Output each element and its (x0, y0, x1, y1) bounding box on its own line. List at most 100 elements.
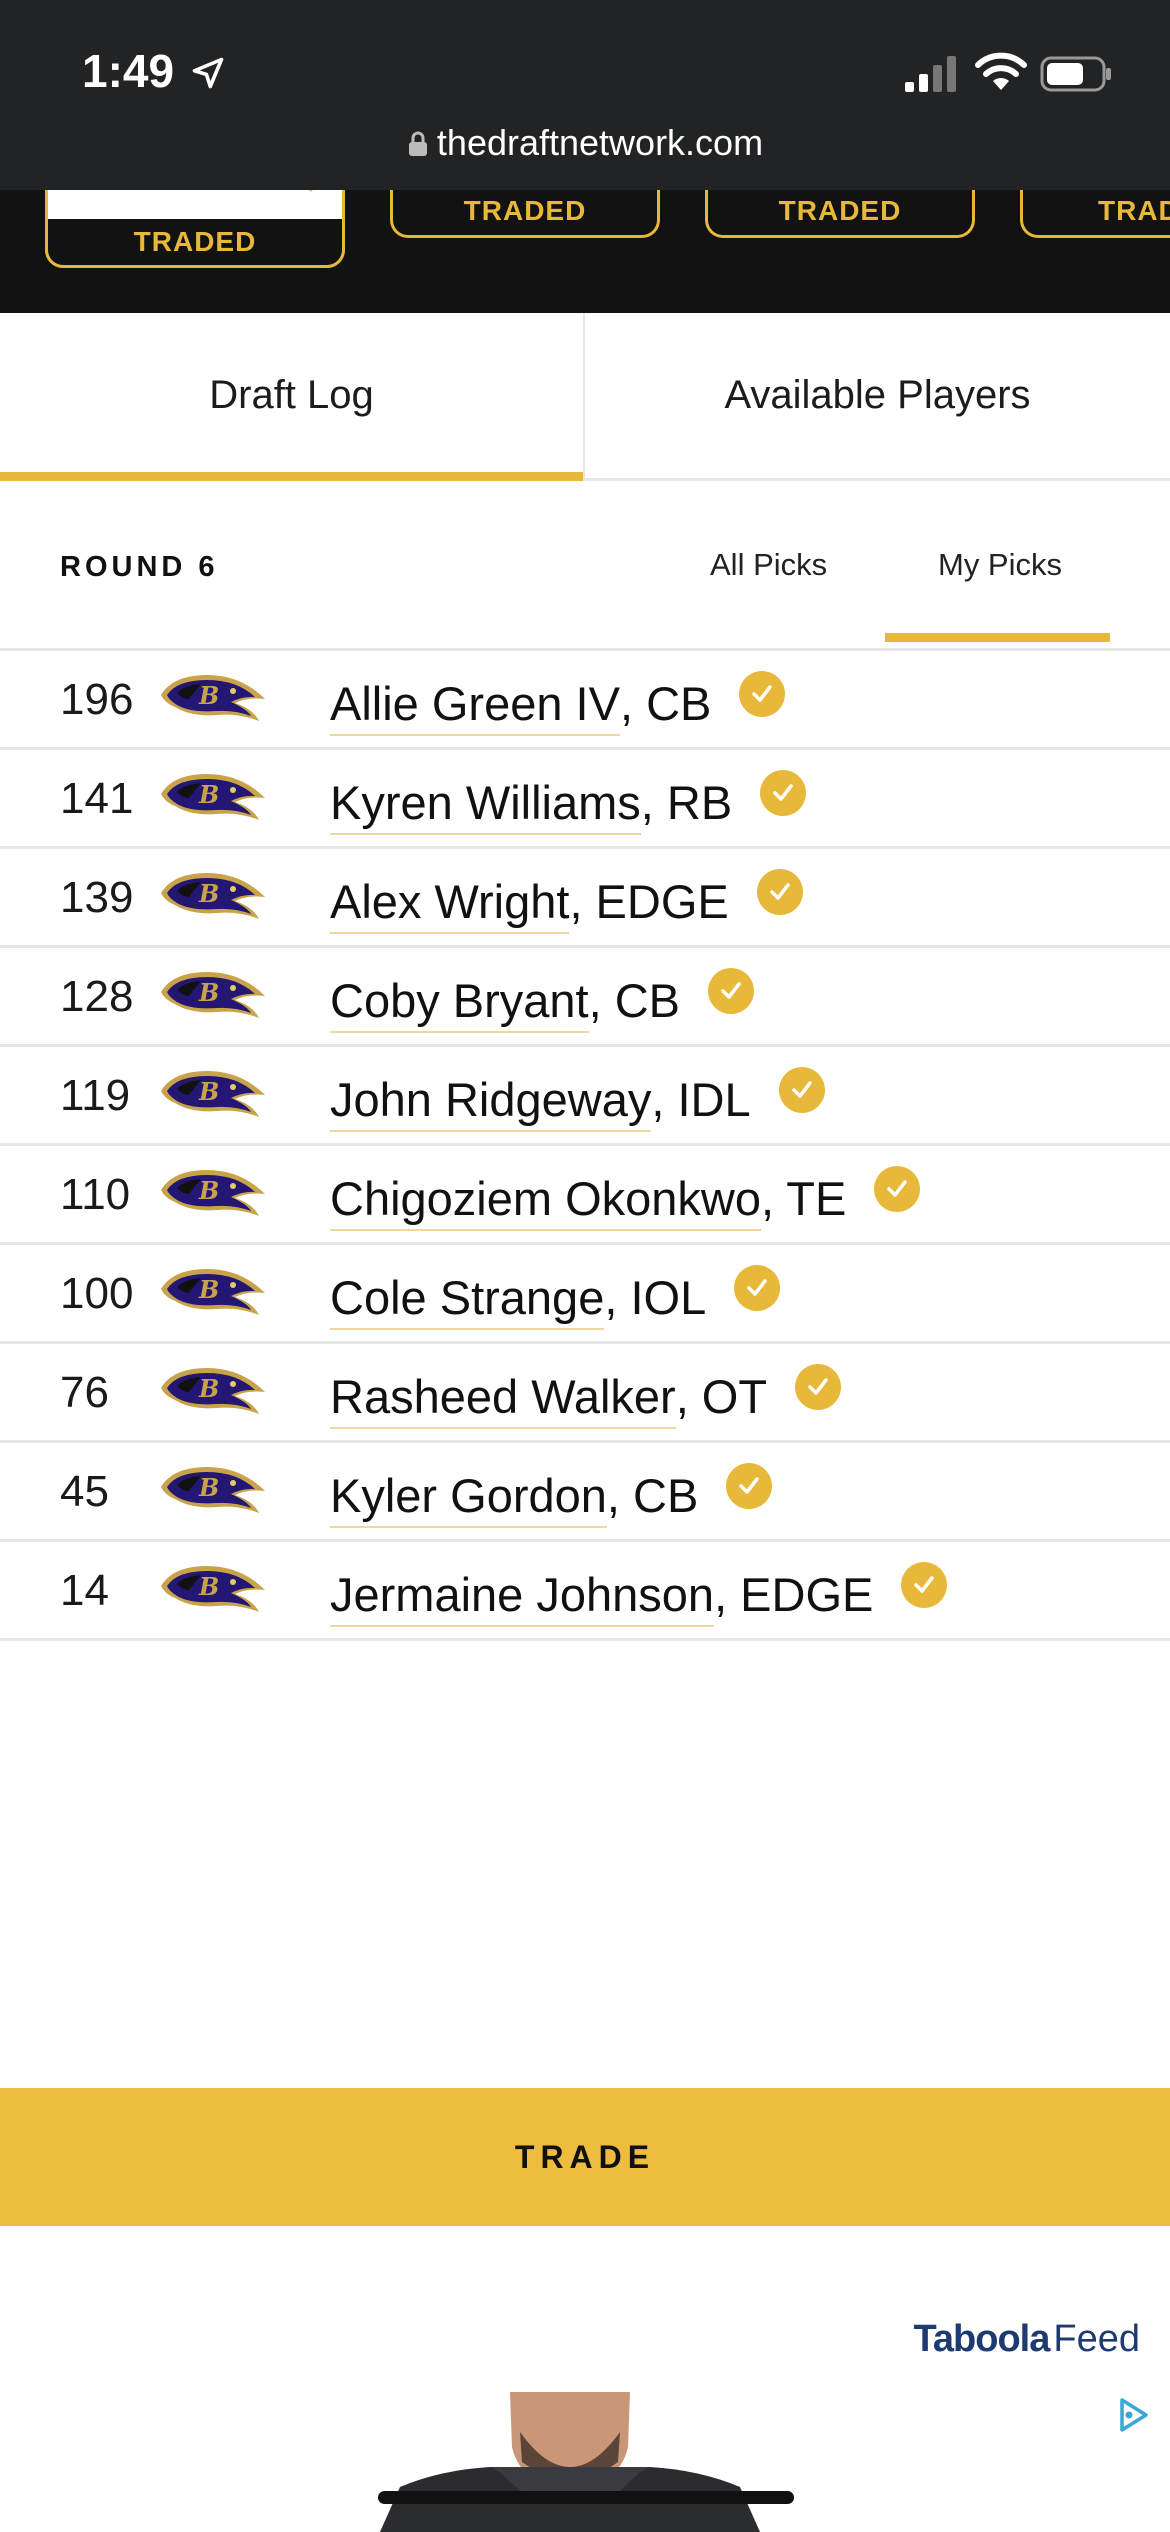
round-header: ROUND 6 All Picks My Picks (0, 481, 1170, 651)
check-circle-icon (901, 1562, 948, 1608)
pick-number: 110 (60, 1170, 131, 1219)
ravens-logo-icon: B (155, 1164, 270, 1224)
pick-row[interactable]: 76 B Rasheed Walker, OT (0, 1344, 1170, 1443)
address-bar[interactable]: thedraftnetwork.com (0, 122, 1170, 164)
player-name[interactable]: Rasheed Walker, OT (330, 1364, 842, 1429)
pick-row[interactable]: 196 B Allie Green IV, CB (0, 651, 1170, 750)
player-name[interactable]: John Ridgeway, IDL (330, 1067, 825, 1132)
ad-image[interactable] (380, 2392, 760, 2532)
player-position: , TE (761, 1172, 847, 1225)
lock-icon (408, 131, 427, 156)
player-name-text: Jermaine Johnson (330, 1567, 715, 1627)
check-circle-icon (708, 968, 755, 1014)
ravens-logo-icon: B (155, 1263, 270, 1323)
ravens-logo-icon: B (155, 1560, 270, 1620)
pick-row[interactable]: 141 B Kyren Williams, RB (0, 750, 1170, 849)
svg-text:B: B (198, 879, 219, 908)
player-name-text: Allie Green IV (330, 676, 620, 736)
check-circle-icon (778, 1067, 825, 1113)
svg-text:B: B (198, 1176, 219, 1205)
adchoices-icon[interactable] (1114, 2396, 1152, 2434)
player-name[interactable]: Coby Bryant, CB (330, 968, 755, 1033)
player-name-text: Cole Strange (330, 1270, 605, 1330)
filter-my-picks[interactable]: My Picks (938, 547, 1062, 583)
player-position: , IOL (604, 1271, 707, 1324)
traded-label: TRADED (778, 195, 902, 226)
player-name[interactable]: Alex Wright, EDGE (330, 869, 803, 934)
tab-draft-log[interactable]: Draft Log (0, 313, 585, 481)
ravens-logo-icon: B (155, 669, 270, 729)
pick-number: 14 (60, 1566, 109, 1615)
player-position: , EDGE (714, 1568, 874, 1621)
pick-row[interactable]: 100 B Cole Strange, IOL (0, 1245, 1170, 1344)
status-bar: 1:49 thedraftnetwork.com (0, 0, 1170, 190)
tab-label: Draft Log (209, 373, 374, 417)
traded-pick-card[interactable]: TRADED (705, 190, 975, 238)
player-name[interactable]: Kyren Williams, RB (330, 770, 807, 835)
ravens-logo-icon: B (155, 966, 270, 1026)
player-name-text: Kyler Gordon (330, 1468, 607, 1528)
pick-row[interactable]: 45 B Kyler Gordon, CB (0, 1443, 1170, 1542)
traded-pick-card[interactable]: TRADED (45, 190, 345, 268)
trade-button-label: TRADE (514, 2138, 656, 2175)
tab-available-players[interactable]: Available Players (585, 313, 1170, 478)
ravens-logo-icon: B (155, 768, 270, 828)
pick-row[interactable]: 139 B Alex Wright, EDGE (0, 849, 1170, 948)
traded-label: TRAD (1098, 195, 1170, 226)
check-circle-icon (739, 671, 786, 717)
pick-row[interactable]: 14 B Jermaine Johnson, EDGE (0, 1542, 1170, 1641)
pick-number: 45 (60, 1467, 109, 1516)
check-circle-icon (795, 1364, 842, 1410)
location-arrow-icon (192, 57, 224, 89)
player-name-text: Chigoziem Okonkwo (330, 1171, 762, 1231)
svg-text:B: B (198, 1473, 219, 1502)
player-name-text: Kyren Williams (330, 775, 641, 835)
cellular-signal-icon (905, 56, 956, 92)
check-circle-icon (734, 1265, 781, 1311)
svg-text:B: B (198, 780, 219, 809)
pick-number: 139 (60, 873, 134, 922)
pick-list: 196 B Allie Green IV, CB 141 B Kyren Wil… (0, 651, 1170, 1641)
pick-row[interactable]: 128 B Coby Bryant, CB (0, 948, 1170, 1047)
wifi-icon (975, 52, 1027, 90)
pick-number: 128 (60, 972, 134, 1021)
player-name[interactable]: Jermaine Johnson, EDGE (330, 1562, 948, 1627)
svg-text:B: B (198, 1275, 219, 1304)
player-position: , EDGE (569, 875, 729, 928)
player-name[interactable]: Allie Green IV, CB (330, 671, 786, 736)
player-name[interactable]: Kyler Gordon, CB (330, 1463, 773, 1528)
taboola-feed-link[interactable]: Taboola Feed (914, 2318, 1140, 2361)
player-name-text: Alex Wright (330, 874, 570, 934)
trade-button[interactable]: TRADE (0, 2088, 1170, 2226)
player-name-text: Coby Bryant (330, 973, 589, 1033)
player-position: , OT (675, 1370, 768, 1423)
tab-bar: Draft Log Available Players (0, 313, 1170, 481)
pick-number: 76 (60, 1368, 109, 1417)
pick-number: 100 (60, 1269, 134, 1318)
ravens-logo-icon: B (155, 867, 270, 927)
pick-row[interactable]: 119 B John Ridgeway, IDL (0, 1047, 1170, 1146)
player-position: , RB (640, 776, 733, 829)
filter-all-picks[interactable]: All Picks (710, 547, 827, 583)
player-position: , CB (619, 677, 712, 730)
check-circle-icon (760, 770, 807, 816)
traded-label: TRADED (463, 195, 587, 226)
pick-number: 196 (60, 675, 134, 724)
traded-label: TRADED (133, 226, 257, 257)
filter-active-indicator (885, 633, 1110, 642)
player-name[interactable]: Cole Strange, IOL (330, 1265, 781, 1330)
pick-row[interactable]: 110 B Chigoziem Okonkwo, TE (0, 1146, 1170, 1245)
ravens-logo-icon: B (155, 1461, 270, 1521)
swap-icon (309, 190, 313, 192)
tab-label: Available Players (724, 373, 1031, 417)
player-position: , CB (606, 1469, 699, 1522)
taboola-logo: Taboola (913, 2318, 1051, 2360)
check-circle-icon (726, 1463, 773, 1509)
pick-carousel[interactable]: TRADED TRADED TRADED TRAD (0, 190, 1170, 313)
pick-number: 141 (60, 774, 134, 823)
player-name[interactable]: Chigoziem Okonkwo, TE (330, 1166, 921, 1231)
player-position: , IDL (651, 1073, 751, 1126)
traded-pick-card[interactable]: TRAD (1020, 190, 1170, 238)
player-name-text: John Ridgeway (330, 1072, 652, 1132)
traded-pick-card[interactable]: TRADED (390, 190, 660, 238)
